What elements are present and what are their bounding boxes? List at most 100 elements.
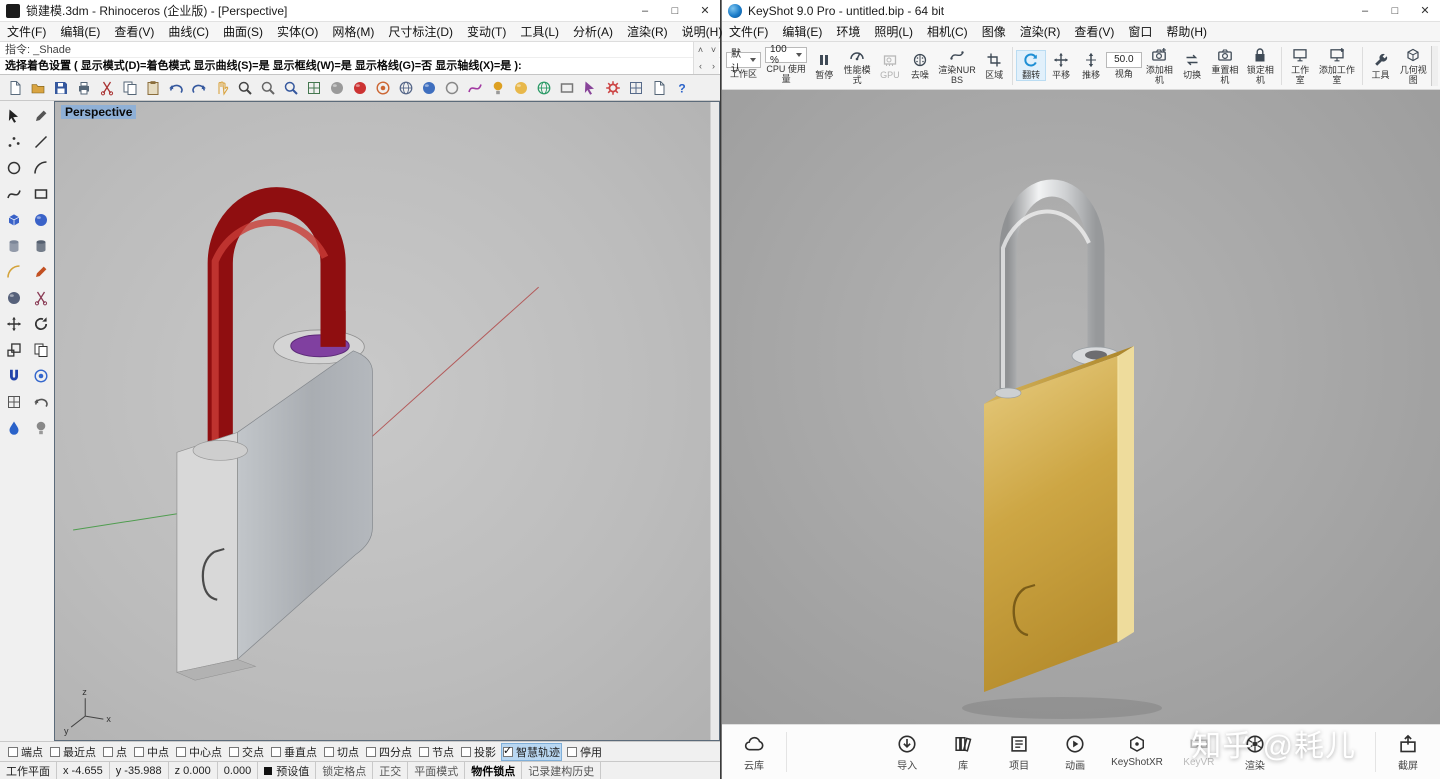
sphere-tool-icon[interactable] [28,208,53,232]
dock-import[interactable]: 导入 [887,733,927,772]
paint-tool-icon[interactable] [1,416,26,440]
gumball-toggle-icon[interactable] [580,78,600,98]
keyshot-menu-9[interactable]: 窗口 [1121,23,1159,40]
ribbon-gpu-mode[interactable]: GPU [875,50,905,82]
rhino-menu-1[interactable]: 文件(F) [0,23,53,40]
history-tool-icon[interactable] [28,390,53,414]
curvature-analysis-icon[interactable] [465,78,485,98]
rhino-menu-5[interactable]: 曲面(S) [216,23,270,40]
rectangle-tool-icon[interactable] [28,182,53,206]
osnap-item-3[interactable]: 点 [101,743,129,761]
dock-screenshot[interactable]: 截屏 [1388,733,1428,772]
point-tool-icon[interactable] [1,130,26,154]
keyshot-menu-4[interactable]: 照明(L) [867,23,920,40]
tube-tool-icon[interactable] [28,234,53,258]
close-button[interactable]: ✕ [1410,0,1440,21]
osnap-item-6[interactable]: 交点 [227,743,266,761]
dock-cloud-library[interactable]: 云库 [734,733,774,772]
redo-icon[interactable] [189,78,209,98]
rhino-command-area[interactable]: 指令: _Shade 选择着色设置 ( 显示模式(D)=着色模式 显示曲线(S)… [0,42,720,75]
render-region-icon[interactable] [373,78,393,98]
ribbon-workspace[interactable]: 默认 工作区 [724,49,763,81]
cut-icon[interactable] [97,78,117,98]
osnap-item-10[interactable]: 节点 [417,743,456,761]
osnap-item-2[interactable]: 最近点 [48,743,98,761]
rhino-menu-8[interactable]: 尺寸标注(D) [381,23,460,40]
rhino-menu-2[interactable]: 编辑(E) [53,23,107,40]
history-back-icon[interactable]: ‹ [694,58,707,74]
fillet-tool-icon[interactable] [1,260,26,284]
cylinder-tool-icon[interactable] [1,234,26,258]
keyshot-menu-6[interactable]: 图像 [975,23,1013,40]
arc-tool-icon[interactable] [28,156,53,180]
osnap-item-12[interactable]: 智慧轨迹 [501,742,562,761]
visibility-tool-icon[interactable] [28,416,53,440]
new-file-icon[interactable] [5,78,25,98]
keyshot-menu-10[interactable]: 帮助(H) [1159,23,1214,40]
scale-tool-icon[interactable] [1,338,26,362]
status-toggle-记录建构历史[interactable]: 记录建构历史 [522,762,602,779]
box-tool-icon[interactable] [1,208,26,232]
osnap-item-8[interactable]: 切点 [322,743,361,761]
display-mode-icon[interactable] [327,78,347,98]
ribbon-add-studio[interactable]: 添加工作室 [1315,45,1358,87]
ribbon-panel-handle[interactable] [1431,45,1439,86]
ribbon-reset-camera[interactable]: 重置相机 [1207,45,1243,87]
chamfer-tool-icon[interactable] [28,260,53,284]
keyshot-menu-8[interactable]: 查看(V) [1067,23,1121,40]
rhino-menu-12[interactable]: 渲染(R) [620,23,675,40]
osnap-checkbox[interactable] [8,746,18,757]
viewport-label[interactable]: Perspective [61,105,137,119]
dock-keyshot-xr[interactable]: KeyShotXR [1111,733,1163,772]
fov-input[interactable]: 50.0 [1105,51,1142,68]
ribbon-denoise[interactable]: 去噪 [905,50,935,82]
history-forward-icon[interactable]: › [707,58,720,74]
status-layer-preset[interactable]: 预设值 [258,762,317,779]
options-icon[interactable] [603,78,623,98]
osnap-checkbox[interactable] [324,746,334,757]
osnap-item-4[interactable]: 中点 [132,743,171,761]
osnap-checkbox[interactable] [419,746,429,757]
move-tool-icon[interactable] [1,312,26,336]
osnap-checkbox[interactable] [567,746,577,757]
wireframe-view-icon[interactable] [396,78,416,98]
osnap-checkbox[interactable] [503,744,513,757]
trim-tool-icon[interactable] [28,286,53,310]
minimize-button[interactable]: – [630,0,660,21]
keyshot-menu-1[interactable]: 文件(F) [722,23,775,40]
ground-plane-icon[interactable] [557,78,577,98]
ribbon-cpu-usage[interactable]: 100 % CPU 使用量 [763,44,809,86]
ghosted-view-icon[interactable] [442,78,462,98]
osnap-checkbox[interactable] [134,746,144,757]
render-icon[interactable] [350,78,370,98]
shaded-view-icon[interactable] [419,78,439,98]
ribbon-add-camera[interactable]: 添加相机 [1142,45,1178,87]
help-icon[interactable]: ? [672,78,692,98]
close-button[interactable]: ✕ [690,0,720,21]
boolean-union-tool-icon[interactable] [1,286,26,310]
osnap-item-1[interactable]: 端点 [6,743,45,761]
status-toggle-锁定格点[interactable]: 锁定格点 [316,762,374,779]
ribbon-tumble[interactable]: 翻转 [1016,49,1047,82]
osnap-checkbox[interactable] [366,746,376,757]
osnap-checkbox[interactable] [103,746,113,757]
ribbon-tools[interactable]: 工具 [1366,50,1396,82]
osnap-item-9[interactable]: 四分点 [364,743,414,761]
scroll-up-icon[interactable]: ˄ [694,42,707,58]
undo-icon[interactable] [166,78,186,98]
status-toggle-正交[interactable]: 正交 [373,762,409,779]
dock-library[interactable]: 库 [943,733,983,772]
osnap-item-13[interactable]: 停用 [565,743,604,761]
ribbon-region[interactable]: 区域 [979,50,1009,82]
circle-tool-icon[interactable] [1,156,26,180]
zoom-dynamic-icon[interactable] [235,78,255,98]
command-prompt-text[interactable]: 选择着色设置 ( 显示模式(D)=着色模式 显示曲线(S)=是 显示框线(W)=… [5,60,522,72]
ribbon-pan[interactable]: 平移 [1046,50,1076,82]
keyshot-menu-3[interactable]: 环境 [829,23,867,40]
command-prompt-line[interactable]: 选择着色设置 ( 显示模式(D)=着色模式 显示曲线(S)=是 显示框线(W)=… [0,58,720,74]
rhino-menu-9[interactable]: 变动(T) [460,23,513,40]
cpu-usage-dropdown[interactable]: 100 % [765,44,808,66]
osnap-item-7[interactable]: 垂直点 [269,743,319,761]
properties-panel-icon[interactable] [649,78,669,98]
ribbon-fov[interactable]: 50.0 视角 [1105,51,1142,81]
